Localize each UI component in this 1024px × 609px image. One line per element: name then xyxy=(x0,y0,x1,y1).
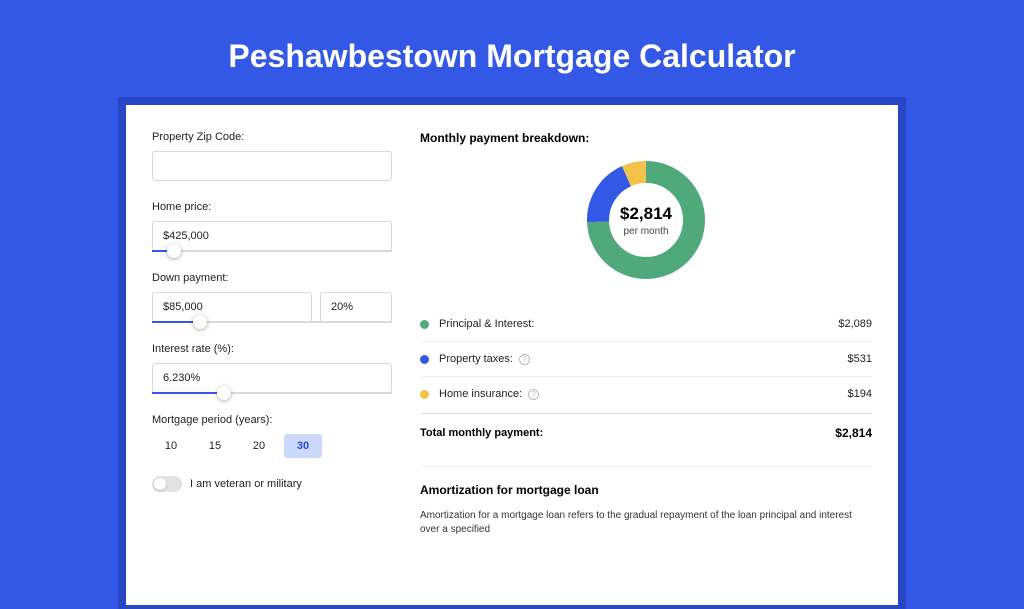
period-field: Mortgage period (years): 10 15 20 30 xyxy=(152,414,392,458)
amortization-title: Amortization for mortgage loan xyxy=(420,483,872,497)
breakdown-title: Monthly payment breakdown: xyxy=(420,131,872,145)
rate-slider-thumb[interactable] xyxy=(217,386,231,400)
zip-input[interactable] xyxy=(152,151,392,181)
zip-field: Property Zip Code: xyxy=(152,131,392,181)
legend-value: $531 xyxy=(848,353,872,365)
results-column: Monthly payment breakdown: $2,814 per mo… xyxy=(420,131,872,605)
legend-row-principal: Principal & Interest: $2,089 xyxy=(420,307,872,342)
legend-label: Principal & Interest: xyxy=(439,318,838,330)
donut-chart: $2,814 per month xyxy=(585,159,707,281)
down-payment-slider[interactable] xyxy=(152,321,392,323)
down-payment-label: Down payment: xyxy=(152,272,392,284)
legend-row-taxes: Property taxes:? $531 xyxy=(420,342,872,377)
dot-icon xyxy=(420,320,429,329)
panel-shadow: Property Zip Code: Home price: Down paym… xyxy=(118,97,906,609)
period-btn-10[interactable]: 10 xyxy=(152,434,190,458)
period-btn-20[interactable]: 20 xyxy=(240,434,278,458)
down-payment-input[interactable] xyxy=(152,292,312,322)
info-icon[interactable]: ? xyxy=(519,354,530,365)
veteran-label: I am veteran or military xyxy=(190,478,302,490)
calculator-panel: Property Zip Code: Home price: Down paym… xyxy=(126,105,898,605)
period-button-group: 10 15 20 30 xyxy=(152,434,392,458)
rate-slider[interactable] xyxy=(152,392,392,394)
amortization-section: Amortization for mortgage loan Amortizat… xyxy=(420,466,872,537)
veteran-toggle[interactable] xyxy=(152,476,182,492)
total-row: Total monthly payment: $2,814 xyxy=(420,413,872,452)
page-title: Peshawbestown Mortgage Calculator xyxy=(0,38,1024,75)
legend-row-insurance: Home insurance:? $194 xyxy=(420,377,872,411)
down-payment-slider-thumb[interactable] xyxy=(193,315,207,329)
donut-chart-wrap: $2,814 per month xyxy=(420,159,872,281)
veteran-toggle-knob xyxy=(154,478,166,490)
total-value: $2,814 xyxy=(835,426,872,440)
total-label: Total monthly payment: xyxy=(420,427,835,439)
zip-label: Property Zip Code: xyxy=(152,131,392,143)
home-price-slider-thumb[interactable] xyxy=(167,244,181,258)
down-payment-pct-input[interactable] xyxy=(320,292,392,322)
home-price-field: Home price: xyxy=(152,201,392,252)
down-payment-field: Down payment: xyxy=(152,272,392,323)
period-btn-15[interactable]: 15 xyxy=(196,434,234,458)
dot-icon xyxy=(420,390,429,399)
info-icon[interactable]: ? xyxy=(528,389,539,400)
period-btn-30[interactable]: 30 xyxy=(284,434,322,458)
legend-label: Property taxes:? xyxy=(439,353,848,365)
legend-label: Home insurance:? xyxy=(439,388,848,400)
legend-value: $194 xyxy=(848,388,872,400)
home-price-label: Home price: xyxy=(152,201,392,213)
dot-icon xyxy=(420,355,429,364)
donut-amount: $2,814 xyxy=(620,204,672,224)
donut-sub: per month xyxy=(623,226,668,237)
rate-field: Interest rate (%): xyxy=(152,343,392,394)
home-price-input[interactable] xyxy=(152,221,392,251)
period-label: Mortgage period (years): xyxy=(152,414,392,426)
home-price-slider[interactable] xyxy=(152,250,392,252)
veteran-row: I am veteran or military xyxy=(152,476,392,492)
form-column: Property Zip Code: Home price: Down paym… xyxy=(152,131,392,605)
rate-label: Interest rate (%): xyxy=(152,343,392,355)
legend-value: $2,089 xyxy=(838,318,872,330)
rate-input[interactable] xyxy=(152,363,392,393)
amortization-text: Amortization for a mortgage loan refers … xyxy=(420,509,872,537)
